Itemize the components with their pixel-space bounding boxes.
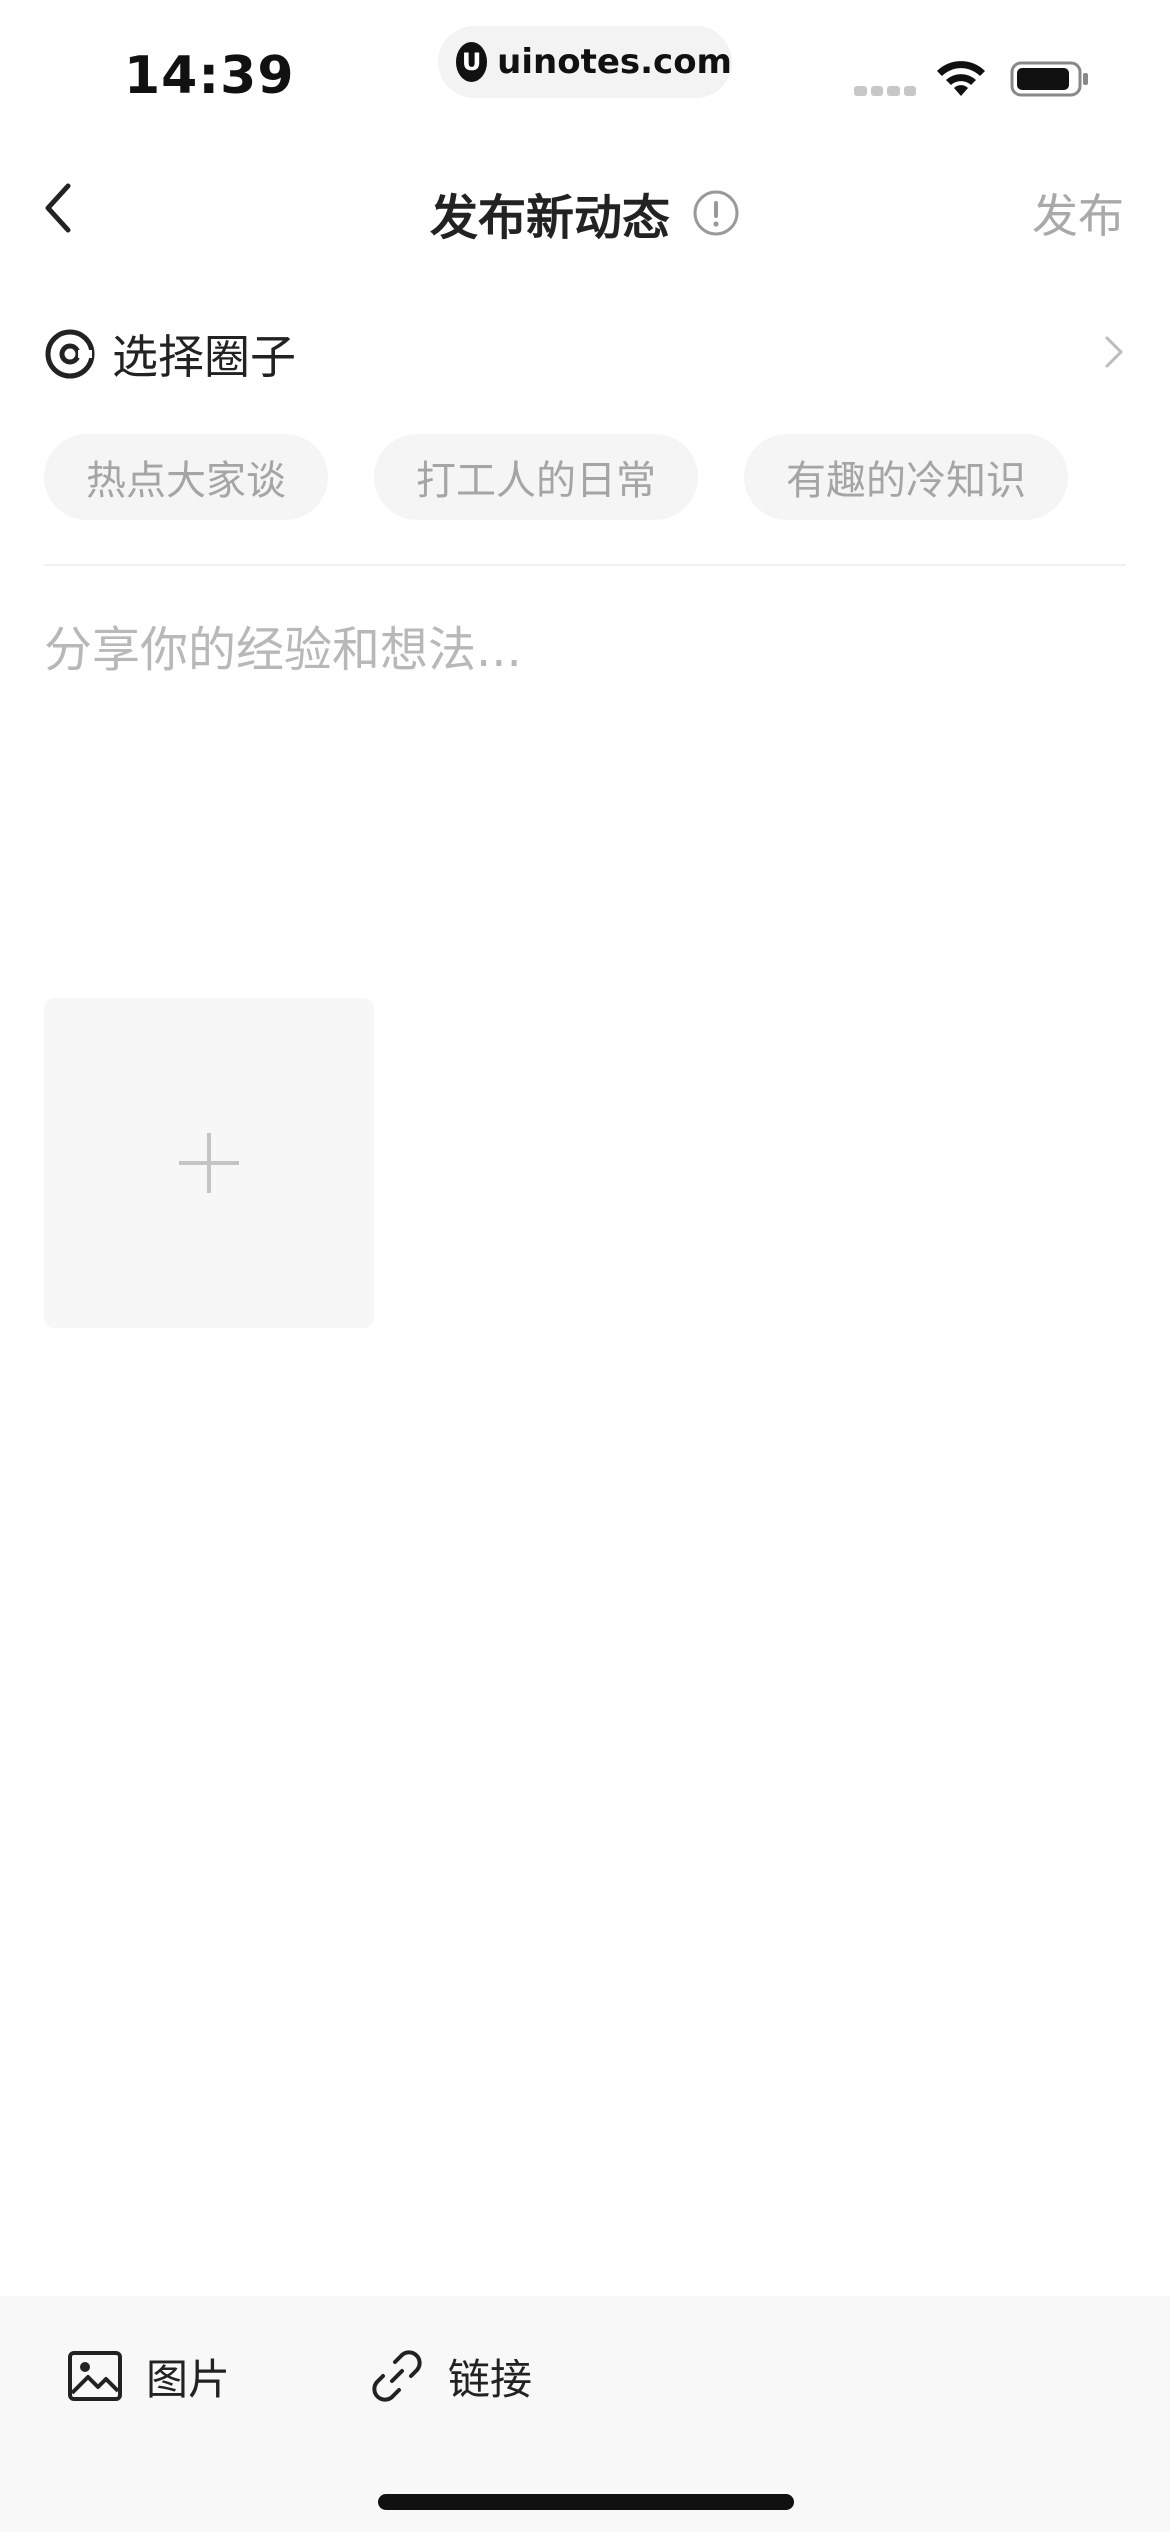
circle-tag[interactable]: 热点大家谈 [44, 434, 328, 520]
url-pill[interactable]: U uinotes.com [438, 26, 732, 98]
image-label: 图片 [146, 2354, 231, 2404]
site-logo-icon: U [456, 42, 488, 82]
post-content-input[interactable]: 分享你的经验和想法... [44, 610, 1126, 940]
add-photo-button[interactable] [44, 998, 374, 1328]
battery-icon [1010, 61, 1088, 97]
select-circle-label: 选择圈子 [112, 330, 296, 384]
status-time: 14:39 [124, 46, 295, 106]
link-icon [372, 2350, 422, 2402]
circle-target-icon [45, 329, 95, 379]
insert-image-button[interactable]: 图片 [66, 2336, 230, 2416]
chevron-right-icon [1105, 336, 1123, 368]
status-bar: 14:39 U uinotes.com [0, 0, 1170, 130]
info-icon[interactable] [692, 189, 740, 237]
page-title: 发布新动态 [429, 190, 670, 246]
cellular-signal-icon [854, 86, 916, 96]
circle-tag[interactable]: 打工人的日常 [374, 434, 698, 520]
plus-icon [179, 1133, 239, 1193]
circle-tag[interactable]: 有趣的冷知识 [744, 434, 1068, 520]
bottom-toolbar: 图片 链接 [0, 2296, 1170, 2532]
divider [44, 564, 1126, 566]
nav-header: 发布新动态 发布 [0, 140, 1170, 280]
wifi-icon [937, 61, 985, 96]
insert-link-button[interactable]: 链接 [368, 2336, 532, 2416]
link-label: 链接 [448, 2354, 533, 2404]
publish-button[interactable]: 发布 [1032, 180, 1124, 246]
url-text: uinotes.com [497, 42, 732, 82]
circle-tag-list: 热点大家谈 打工人的日常 有趣的冷知识 [44, 434, 1144, 520]
image-icon [68, 2351, 122, 2401]
select-circle-row[interactable]: 选择圈子 [44, 318, 1126, 390]
home-indicator[interactable] [378, 2494, 794, 2510]
